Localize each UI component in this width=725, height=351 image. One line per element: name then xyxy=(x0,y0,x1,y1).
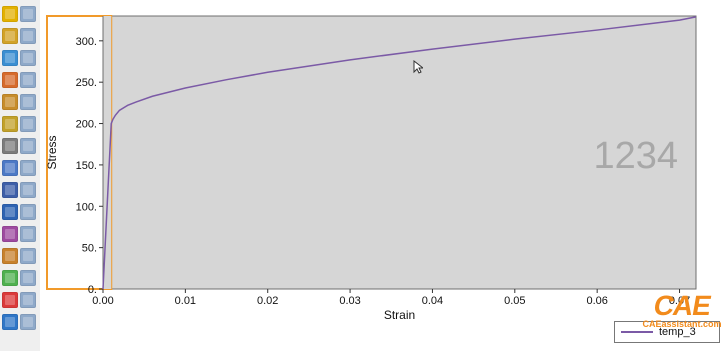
brand-mark: CAE xyxy=(651,290,713,321)
x-tick-label: 0.01 xyxy=(175,295,196,307)
color-map-icon[interactable] xyxy=(2,292,18,308)
dots-matrix-options-icon[interactable] xyxy=(20,160,36,176)
toolbar-row xyxy=(2,94,36,110)
brand-logo: CAE CAEassistant.com xyxy=(642,290,721,341)
x-tick-label: 0.05 xyxy=(504,295,525,307)
y-tick-label: 200. xyxy=(76,119,97,131)
curve-options-icon[interactable] xyxy=(2,116,18,132)
dots-matrix-icon[interactable] xyxy=(2,160,18,176)
spreadsheet-options-icon[interactable] xyxy=(20,204,36,220)
export-icon[interactable] xyxy=(2,314,18,330)
spreadsheet-icon[interactable] xyxy=(2,204,18,220)
x-tick-label: 0.06 xyxy=(586,295,607,307)
toolbar-row xyxy=(2,226,36,242)
node-tree-icon[interactable] xyxy=(2,182,18,198)
y-axis-label: Stress xyxy=(45,135,59,169)
grid-settings-icon[interactable] xyxy=(2,138,18,154)
plot-xy-icon[interactable] xyxy=(2,50,18,66)
layers-icon[interactable] xyxy=(2,94,18,110)
plot-area: 0. 50. 100. 150. 200. 250. 300. 0.00 0.01 0.02 0.0… xyxy=(40,0,725,351)
left-toolbar xyxy=(0,0,41,351)
toolbar-row xyxy=(2,248,36,264)
probe-icon[interactable] xyxy=(2,248,18,264)
path-icon[interactable] xyxy=(2,226,18,242)
table-icon[interactable] xyxy=(2,28,18,44)
x-axis-label: Strain xyxy=(384,308,415,322)
toolbar-row xyxy=(2,138,36,154)
toolbar-row xyxy=(2,50,36,66)
mesh-options-icon[interactable] xyxy=(20,270,36,286)
toolbar-row xyxy=(2,6,36,22)
toolbar-row xyxy=(2,204,36,220)
stack-options-icon[interactable] xyxy=(20,72,36,88)
y-tick-label: 100. xyxy=(76,201,97,213)
toolbar-row xyxy=(2,292,36,308)
toolbar-row xyxy=(2,116,36,132)
color-map-options-icon[interactable] xyxy=(20,292,36,308)
path-options-icon[interactable] xyxy=(20,226,36,242)
y-tick-label: 300. xyxy=(76,36,97,48)
export-options-icon[interactable] xyxy=(20,314,36,330)
toolbar-row xyxy=(2,314,36,330)
x-tick-label: 0.00 xyxy=(92,295,113,307)
toolbar-row xyxy=(2,72,36,88)
probe-options-icon[interactable] xyxy=(20,248,36,264)
table-options-icon[interactable] xyxy=(20,28,36,44)
y-tick-label: 50. xyxy=(82,243,97,255)
x-tick-label: 0.02 xyxy=(257,295,278,307)
x-tick-label: 0.04 xyxy=(422,295,443,307)
node-tree-options-icon[interactable] xyxy=(20,182,36,198)
numbered-grid-options-icon[interactable] xyxy=(20,6,36,22)
xy-plot: 0.50.100.150.200.250.300.0.00 0.01 0.02 0.0… xyxy=(45,15,697,322)
y-tick-label: 250. xyxy=(76,77,97,89)
toolbar-row xyxy=(2,182,36,198)
toolbar-row xyxy=(2,160,36,176)
toolbar-row xyxy=(2,28,36,44)
plot-xy-options-icon[interactable] xyxy=(20,50,36,66)
toolbar-row xyxy=(2,270,36,286)
mouse-cursor-icon xyxy=(413,59,425,74)
numbered-grid-icon[interactable] xyxy=(2,6,18,22)
y-tick-label: 150. xyxy=(76,160,97,172)
curve-options-options-icon[interactable] xyxy=(20,116,36,132)
mesh-icon[interactable] xyxy=(2,270,18,286)
x-tick-label: 0.03 xyxy=(339,295,360,307)
watermark-number: 1234 xyxy=(593,135,678,177)
layers-options-icon[interactable] xyxy=(20,94,36,110)
stack-icon[interactable] xyxy=(2,72,18,88)
grid-settings-options-icon[interactable] xyxy=(20,138,36,154)
